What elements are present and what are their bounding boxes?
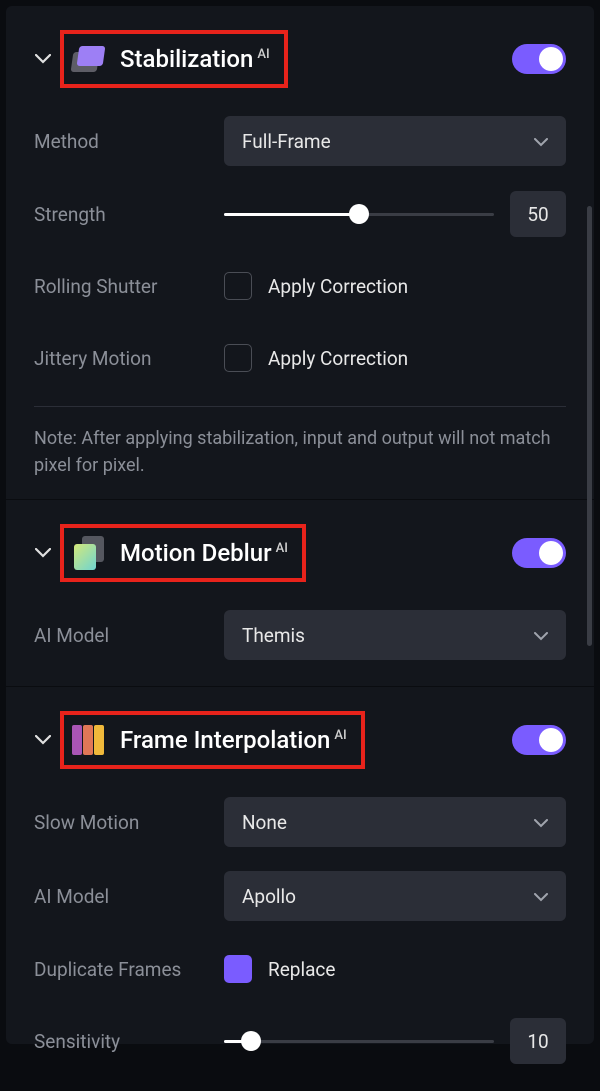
settings-panel: StabilizationAI Method Full-Frame Streng…	[6, 6, 594, 1044]
stabilization-title: StabilizationAI	[120, 45, 270, 73]
frame-interpolation-section: Frame InterpolationAI Slow Motion None A…	[6, 687, 594, 1091]
deblur-model-label: AI Model	[34, 624, 224, 647]
frame-interpolation-highlight: Frame InterpolationAI	[60, 711, 365, 769]
stabilization-note: Note: After applying stabilization, inpu…	[34, 425, 566, 479]
checkbox-icon	[224, 344, 252, 372]
frame-interpolation-toggle[interactable]	[512, 725, 566, 755]
deblur-model-select[interactable]: Themis	[224, 610, 566, 660]
stabilization-header: StabilizationAI	[34, 30, 566, 88]
motion-deblur-toggle[interactable]	[512, 538, 566, 568]
motion-deblur-header: Motion DeblurAI	[34, 524, 566, 582]
motion-deblur-highlight: Motion DeblurAI	[60, 524, 306, 582]
chevron-down-icon	[534, 887, 548, 906]
chevron-down-icon	[534, 626, 548, 645]
strength-slider[interactable]	[224, 202, 494, 226]
method-label: Method	[34, 130, 224, 153]
stabilization-highlight: StabilizationAI	[60, 30, 288, 88]
stabilization-toggle[interactable]	[512, 44, 566, 74]
frame-interpolation-icon	[72, 723, 106, 757]
slow-motion-row: Slow Motion None	[34, 797, 566, 847]
stabilization-icon	[72, 42, 106, 76]
checkbox-icon	[224, 272, 252, 300]
duplicate-frames-checkbox[interactable]: Replace	[224, 955, 335, 983]
sensitivity-slider[interactable]	[224, 1029, 494, 1053]
motion-deblur-icon	[72, 536, 106, 570]
chevron-down-icon	[534, 813, 548, 832]
sensitivity-row: Sensitivity 10	[34, 1017, 566, 1065]
strength-label: Strength	[34, 203, 224, 226]
deblur-model-row: AI Model Themis	[34, 610, 566, 660]
sensitivity-label: Sensitivity	[34, 1030, 224, 1053]
slow-motion-label: Slow Motion	[34, 811, 224, 834]
chevron-down-icon	[534, 132, 548, 151]
jittery-motion-checkbox[interactable]: Apply Correction	[224, 344, 408, 372]
chevron-down-icon[interactable]	[34, 731, 52, 749]
duplicate-frames-row: Duplicate Frames Replace	[34, 945, 566, 993]
motion-deblur-section: Motion DeblurAI AI Model Themis	[6, 500, 594, 687]
method-select[interactable]: Full-Frame	[224, 116, 566, 166]
rolling-shutter-checkbox[interactable]: Apply Correction	[224, 272, 408, 300]
jittery-motion-row: Jittery Motion Apply Correction	[34, 334, 566, 382]
interp-model-select[interactable]: Apollo	[224, 871, 566, 921]
divider	[34, 406, 566, 407]
chevron-down-icon[interactable]	[34, 544, 52, 562]
rolling-shutter-row: Rolling Shutter Apply Correction	[34, 262, 566, 310]
frame-interpolation-title: Frame InterpolationAI	[120, 726, 347, 754]
motion-deblur-title: Motion DeblurAI	[120, 539, 288, 567]
checkbox-checked-icon	[224, 955, 252, 983]
strength-value[interactable]: 50	[510, 191, 566, 237]
sensitivity-value[interactable]: 10	[510, 1018, 566, 1064]
method-row: Method Full-Frame	[34, 116, 566, 166]
interp-model-label: AI Model	[34, 885, 224, 908]
chevron-down-icon[interactable]	[34, 50, 52, 68]
duplicate-frames-label: Duplicate Frames	[34, 958, 224, 981]
rolling-shutter-label: Rolling Shutter	[34, 275, 224, 298]
interp-model-row: AI Model Apollo	[34, 871, 566, 921]
jittery-motion-label: Jittery Motion	[34, 347, 224, 370]
scrollbar[interactable]	[587, 206, 592, 646]
frame-interpolation-header: Frame InterpolationAI	[34, 711, 566, 769]
slow-motion-select[interactable]: None	[224, 797, 566, 847]
stabilization-section: StabilizationAI Method Full-Frame Streng…	[6, 6, 594, 500]
strength-row: Strength 50	[34, 190, 566, 238]
